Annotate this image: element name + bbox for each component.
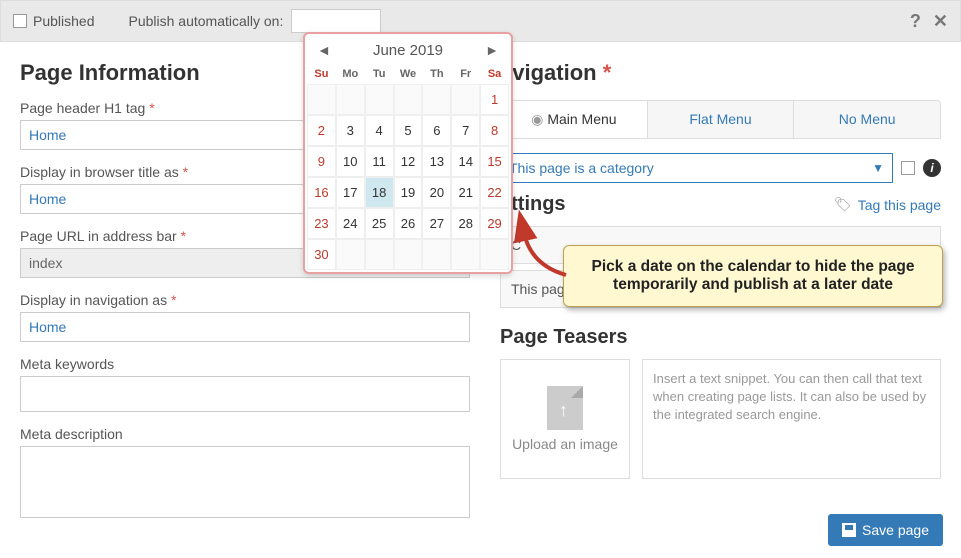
datepicker-popup: ◄ June 2019 ► SuMoTuWeThFrSa123456789101…	[303, 32, 513, 274]
calendar-day[interactable]: 4	[365, 115, 394, 146]
close-icon[interactable]: ✕	[933, 11, 948, 32]
calendar-day-header: Tu	[365, 64, 394, 84]
tab-flat-menu[interactable]: Flat Menu	[647, 101, 794, 138]
save-icon	[842, 523, 856, 537]
info-icon[interactable]: i	[923, 159, 941, 177]
calendar-empty-cell	[480, 239, 509, 270]
calendar-empty-cell	[422, 239, 451, 270]
calendar-day[interactable]: 11	[365, 146, 394, 177]
calendar-empty-cell	[422, 84, 451, 115]
calendar-prev-button[interactable]: ◄	[313, 40, 335, 60]
calendar-day[interactable]: 21	[451, 177, 480, 208]
calendar-day[interactable]: 25	[365, 208, 394, 239]
calendar-next-button[interactable]: ►	[481, 40, 503, 60]
save-page-button[interactable]: Save page	[828, 514, 943, 546]
calendar-day[interactable]: 24	[336, 208, 365, 239]
calendar-day[interactable]: 17	[336, 177, 365, 208]
help-icon[interactable]: ?	[910, 11, 921, 32]
calendar-grid: SuMoTuWeThFrSa12345678910111213141516171…	[307, 64, 509, 270]
calendar-empty-cell	[307, 84, 336, 115]
category-select[interactable]: This page is a category ▼	[500, 153, 893, 183]
teasers-row: Upload an image Insert a text snippet. Y…	[500, 359, 941, 479]
tag-icon: 🏷	[834, 196, 852, 213]
publish-auto-label: Publish automatically on:	[129, 13, 284, 29]
publish-date-input[interactable]	[291, 9, 381, 33]
calendar-day[interactable]: 12	[394, 146, 423, 177]
calendar-day[interactable]: 10	[336, 146, 365, 177]
snippet-textarea[interactable]: Insert a text snippet. You can then call…	[642, 359, 941, 479]
calendar-empty-cell	[451, 84, 480, 115]
calendar-day-header: Sa	[480, 64, 509, 84]
calendar-day-header: Su	[307, 64, 336, 84]
meta-kw-label: Meta keywords	[20, 356, 470, 372]
calendar-day[interactable]: 9	[307, 146, 336, 177]
calendar-day[interactable]: 29	[480, 208, 509, 239]
meta-kw-input[interactable]	[20, 376, 470, 412]
nav-label: Display in navigation as *	[20, 292, 470, 308]
calendar-day[interactable]: 16	[307, 177, 336, 208]
navigation-title: avigation *	[500, 60, 941, 86]
tag-page-link[interactable]: 🏷Tag this page	[834, 196, 941, 213]
calendar-day[interactable]: 13	[422, 146, 451, 177]
meta-desc-input[interactable]	[20, 446, 470, 518]
calendar-day[interactable]: 20	[422, 177, 451, 208]
calendar-empty-cell	[365, 84, 394, 115]
teasers-title: Page Teasers	[500, 326, 941, 349]
calendar-empty-cell	[336, 84, 365, 115]
calendar-day[interactable]: 18	[365, 177, 394, 208]
nav-input[interactable]	[20, 312, 470, 342]
calendar-empty-cell	[451, 239, 480, 270]
category-row: This page is a category ▼ i	[500, 153, 941, 183]
nav-tabs: ◉Main Menu Flat Menu No Menu	[500, 100, 941, 139]
callout-arrow	[516, 225, 586, 283]
calendar-day[interactable]: 15	[480, 146, 509, 177]
calendar-day-header: Mo	[336, 64, 365, 84]
calendar-empty-cell	[336, 239, 365, 270]
calendar-day[interactable]: 27	[422, 208, 451, 239]
calendar-day[interactable]: 26	[394, 208, 423, 239]
meta-desc-label: Meta description	[20, 426, 470, 442]
check-circle-icon: ◉	[531, 111, 543, 127]
calendar-day[interactable]: 1	[480, 84, 509, 115]
calendar-title: June 2019	[373, 42, 443, 59]
settings-title: ettings 🏷Tag this page	[500, 193, 941, 216]
calendar-day[interactable]: 7	[451, 115, 480, 146]
calendar-day[interactable]: 23	[307, 208, 336, 239]
calendar-empty-cell	[394, 239, 423, 270]
calendar-day[interactable]: 22	[480, 177, 509, 208]
published-label: Published	[33, 13, 95, 29]
calendar-day-header: Fr	[451, 64, 480, 84]
calendar-empty-cell	[394, 84, 423, 115]
tab-no-menu[interactable]: No Menu	[793, 101, 940, 138]
published-checkbox[interactable]	[13, 14, 27, 28]
caret-down-icon: ▼	[872, 161, 884, 175]
callout-tooltip: Pick a date on the calendar to hide the …	[563, 245, 943, 307]
calendar-day-header: Th	[422, 64, 451, 84]
upload-icon	[547, 386, 583, 430]
calendar-day[interactable]: 14	[451, 146, 480, 177]
calendar-day[interactable]: 19	[394, 177, 423, 208]
tab-main-menu[interactable]: ◉Main Menu	[501, 101, 647, 138]
calendar-day[interactable]: 5	[394, 115, 423, 146]
category-checkbox[interactable]	[901, 161, 915, 175]
calendar-day[interactable]: 3	[336, 115, 365, 146]
calendar-empty-cell	[365, 239, 394, 270]
calendar-day-header: We	[394, 64, 423, 84]
upload-image-box[interactable]: Upload an image	[500, 359, 630, 479]
calendar-day[interactable]: 2	[307, 115, 336, 146]
calendar-day[interactable]: 6	[422, 115, 451, 146]
calendar-day[interactable]: 30	[307, 239, 336, 270]
calendar-day[interactable]: 28	[451, 208, 480, 239]
calendar-day[interactable]: 8	[480, 115, 509, 146]
